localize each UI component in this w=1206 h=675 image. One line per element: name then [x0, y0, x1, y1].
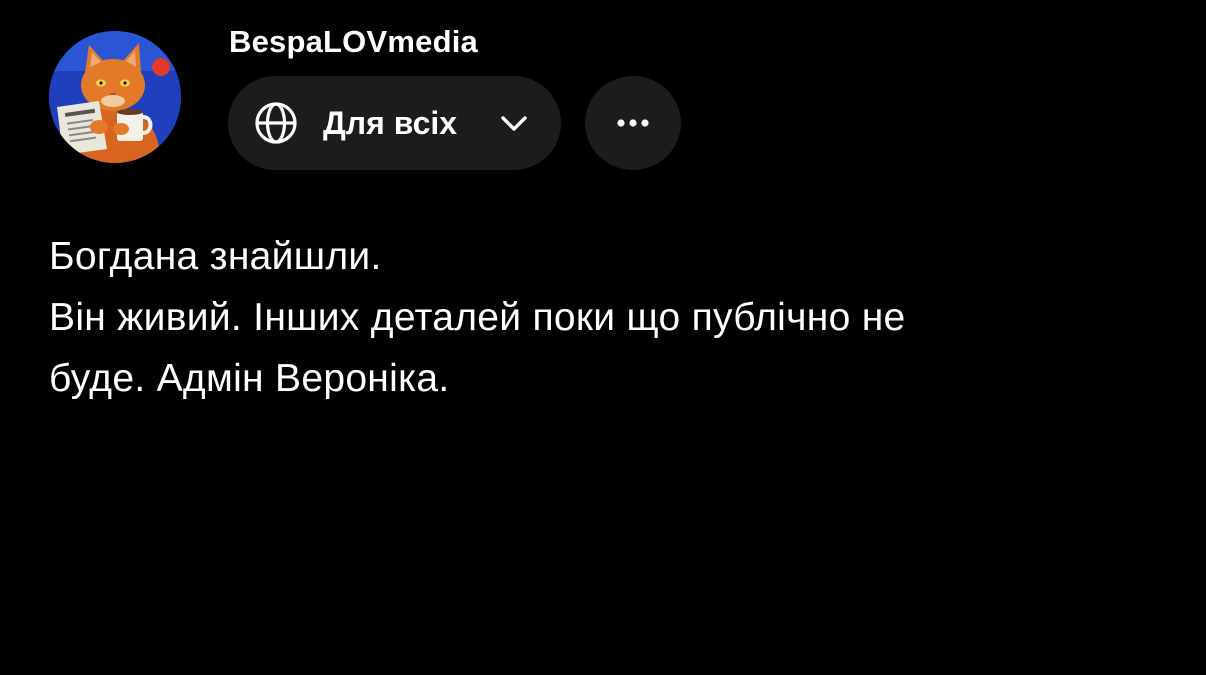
audience-selector-button[interactable]: Для всіх — [228, 76, 561, 170]
cat-avatar-image — [49, 31, 181, 163]
post-text: Богдана знайшли. Він живий. Інших детале… — [49, 226, 1159, 409]
chevron-down-icon — [501, 116, 527, 131]
more-options-button[interactable] — [585, 76, 681, 170]
ellipsis-icon — [617, 119, 649, 127]
globe-icon — [255, 102, 297, 144]
post-text-line: Богдана знайшли. — [49, 235, 382, 278]
post-text-line: Він живий. Інших деталей поки що публічн… — [49, 296, 906, 339]
audience-label: Для всіх — [323, 105, 458, 141]
author-name[interactable]: BespaLOVmedia — [229, 22, 478, 62]
avatar[interactable] — [49, 31, 181, 163]
post-text-line: буде. Адмін Вероніка. — [49, 357, 450, 400]
